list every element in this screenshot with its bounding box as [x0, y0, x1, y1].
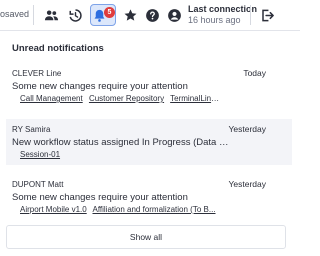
favorites-button[interactable] [119, 4, 141, 26]
last-connection: Last connection 16 hours ago [188, 4, 257, 25]
notification-link[interactable]: Call Management [20, 94, 83, 103]
notification-links: Airport Mobile v1.0 Affiliation and form… [20, 205, 226, 214]
logout-button[interactable] [256, 4, 278, 26]
notification-link[interactable]: Affiliation and formalization (To B... [92, 205, 215, 214]
logout-icon [260, 8, 275, 23]
notification-link[interactable]: Customer Repository [89, 94, 164, 103]
notification-message: Some new changes require your attention [12, 192, 188, 203]
notification-links: Call Management Customer Repository Term… [20, 94, 220, 103]
notifications-panel: Unread notifications CLEVER Line Today S… [0, 33, 292, 256]
toolbar-divider [250, 5, 251, 25]
notification-date: Today [243, 68, 266, 78]
panel-title: Unread notifications [12, 43, 104, 54]
notification-count-badge: 5 [104, 7, 115, 18]
notification-item[interactable]: DUPONT Matt Yesterday Some new changes r… [6, 174, 292, 220]
notification-links: Session-01 [20, 150, 220, 159]
user-circle-icon [167, 8, 182, 23]
history-icon [68, 8, 83, 23]
notification-item[interactable]: CLEVER Line Today Some new changes requi… [6, 63, 292, 111]
users-icon [44, 8, 59, 23]
toolbar-divider [33, 5, 34, 25]
help-icon [145, 8, 160, 23]
notification-link[interactable]: TerminalLin... [170, 94, 218, 103]
star-icon [123, 8, 138, 23]
profile-button[interactable] [163, 4, 185, 26]
last-connection-label: Last connection [188, 4, 258, 14]
users-button[interactable] [40, 4, 62, 26]
notifications-button[interactable]: 5 [90, 4, 116, 26]
notification-link[interactable]: Airport Mobile v1.0 [20, 205, 87, 214]
help-button[interactable] [141, 4, 163, 26]
notification-author: DUPONT Matt [12, 180, 64, 189]
notification-link[interactable]: Session-01 [20, 150, 60, 159]
history-button[interactable] [64, 4, 86, 26]
top-bar: osaved 5 Last connection 16 hours ago [0, 0, 300, 31]
autosave-status: osaved [0, 9, 30, 19]
notification-item[interactable]: RY Samira Yesterday New workflow status … [6, 119, 292, 165]
notification-date: Yesterday [228, 179, 267, 189]
show-all-button[interactable]: Show all [6, 225, 286, 249]
notification-author: RY Samira [12, 125, 51, 134]
notification-author: CLEVER Line [12, 69, 62, 78]
notification-message: Some new changes require your attention [12, 81, 188, 92]
notification-date: Yesterday [228, 124, 267, 134]
notification-message: New workflow status assigned In Progress… [12, 137, 234, 148]
last-connection-value: 16 hours ago [188, 15, 241, 25]
